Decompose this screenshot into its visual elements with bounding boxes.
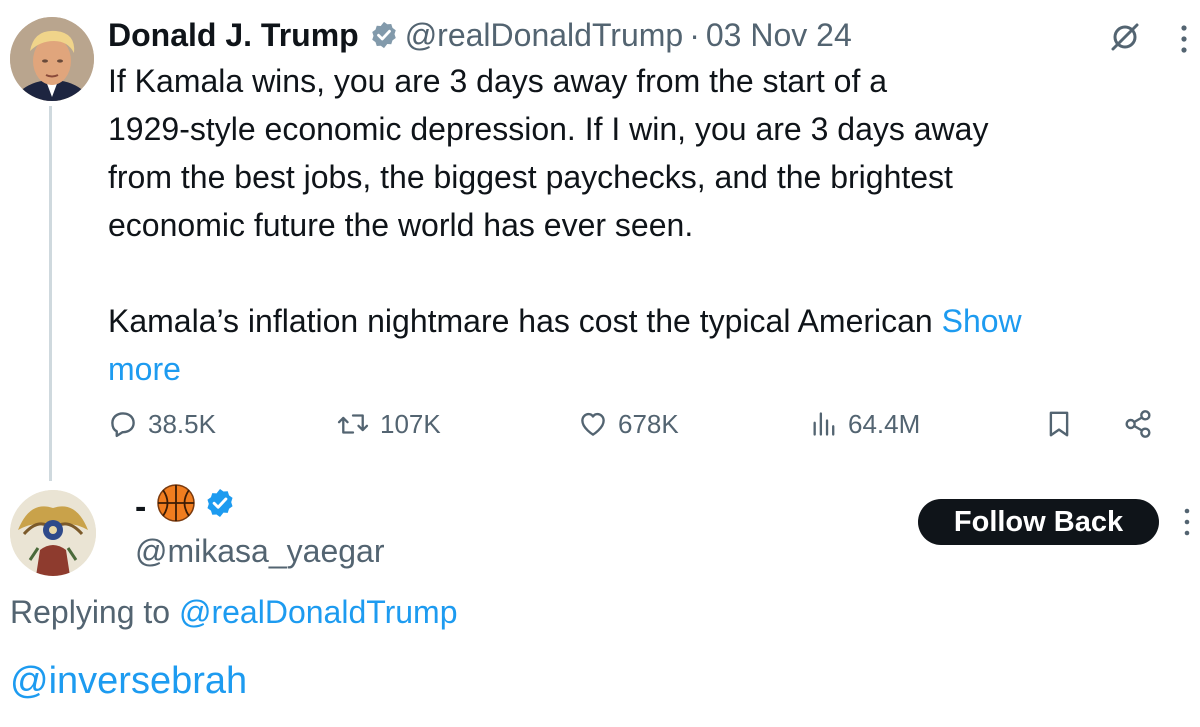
follow-back-button[interactable]: Follow Back	[918, 499, 1159, 545]
author-name[interactable]: Donald J. Trump	[108, 14, 359, 56]
replying-to-mention[interactable]: @realDonaldTrump	[179, 594, 458, 630]
avatar-artwork-image	[10, 490, 96, 576]
tweet-header: Donald J. Trump @realDonaldTrump · 03 No…	[108, 14, 852, 56]
tweet-text-line: more	[108, 345, 1193, 393]
views-icon	[813, 412, 835, 436]
bookmark-icon	[1049, 411, 1069, 437]
repost-button[interactable]: 107K	[336, 404, 441, 444]
show-more-link-continued[interactable]: more	[108, 351, 181, 387]
share-icon	[1125, 410, 1151, 438]
reply-text-mention[interactable]: @inversebrah	[10, 654, 247, 708]
tweet-date[interactable]: 03 Nov 24	[706, 14, 852, 56]
tweet-text-line: from the best jobs, the biggest paycheck…	[108, 159, 953, 195]
replying-to: Replying to @realDonaldTrump	[10, 590, 458, 634]
reply-author-avatar[interactable]	[10, 490, 96, 576]
replying-to-label: Replying to	[10, 594, 171, 630]
tweet-text-line: Kamala’s inflation nightmare has cost th…	[108, 297, 1193, 345]
reply-author-handle[interactable]: @mikasa_yaegar	[135, 530, 384, 572]
verified-badge-icon	[369, 20, 399, 50]
avatar-portrait-image	[10, 17, 94, 101]
show-more-link[interactable]: Show	[942, 303, 1022, 339]
tweet-text-paragraph-2: Kamala’s inflation nightmare has cost th…	[108, 303, 942, 339]
grok-icon[interactable]	[1108, 20, 1142, 54]
more-options-icon[interactable]	[1182, 506, 1192, 538]
header-separator: ·	[689, 17, 700, 53]
reply-display-name: -	[135, 487, 147, 526]
repost-count: 107K	[380, 408, 441, 439]
reply-count: 38.5K	[148, 408, 216, 439]
reply-icon	[111, 412, 135, 438]
tweet-text-line: economic future the world has ever seen.	[108, 207, 694, 243]
share-button[interactable]	[1122, 404, 1164, 444]
more-options-icon[interactable]	[1178, 22, 1190, 56]
author-avatar[interactable]	[10, 17, 94, 101]
author-handle[interactable]: @realDonaldTrump	[405, 14, 684, 56]
like-count: 678K	[618, 408, 679, 439]
like-button[interactable]: 678K	[578, 404, 679, 444]
thread-connector-line	[49, 106, 52, 481]
reply-button[interactable]: 38.5K	[108, 404, 216, 444]
heart-icon	[581, 412, 605, 436]
retweet-icon	[337, 414, 369, 434]
views-button[interactable]: 64.4M	[810, 404, 920, 444]
basketball-emoji-icon	[156, 483, 196, 532]
reply-author-name[interactable]: -	[135, 483, 236, 532]
tweet-thread: Donald J. Trump @realDonaldTrump · 03 No…	[0, 0, 1200, 727]
bookmark-button[interactable]	[1044, 404, 1084, 444]
tweet-text: If Kamala wins, you are 3 days away from…	[108, 57, 1193, 393]
verified-badge-icon	[204, 487, 236, 528]
tweet-text-line: 1929-style economic depression. If I win…	[108, 111, 989, 147]
tweet-text-line: If Kamala wins, you are 3 days away from…	[108, 63, 888, 99]
view-count: 64.4M	[848, 408, 921, 439]
